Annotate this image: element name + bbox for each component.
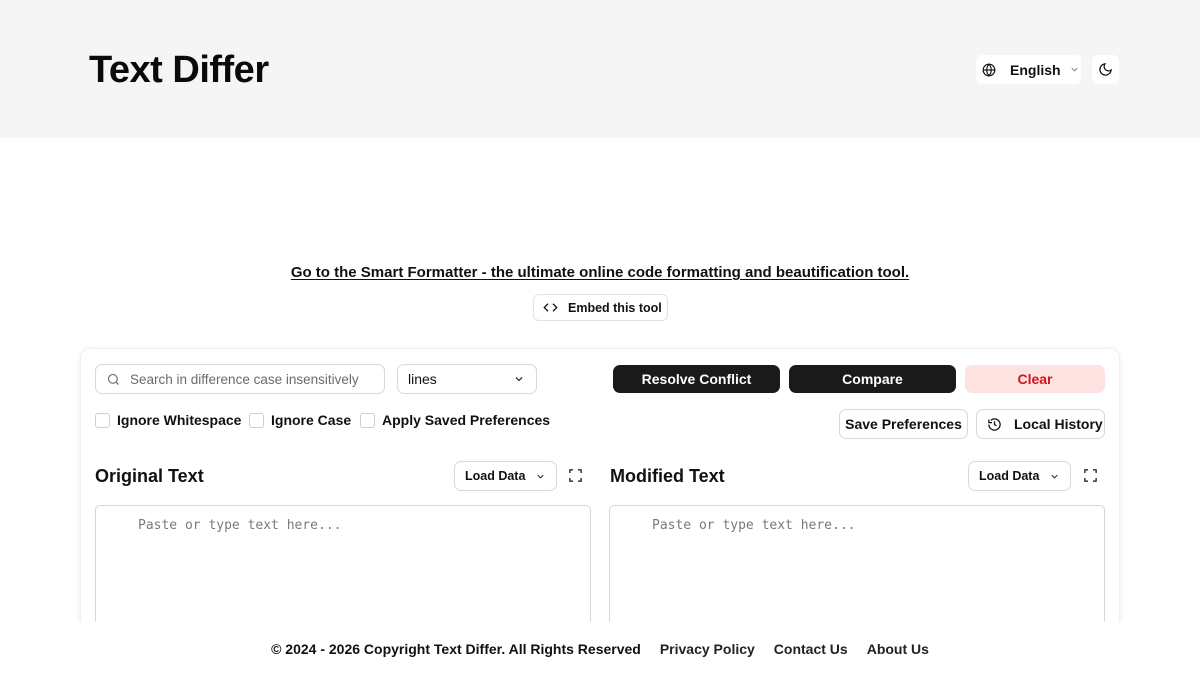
compare-button[interactable]: Compare (789, 365, 956, 393)
copyright-text: © 2024 - 2026 Copyright Text Differ. All… (271, 640, 641, 657)
original-text-title: Original Text (95, 466, 204, 486)
site-title: Text Differ (89, 49, 269, 91)
local-history-label: Local History (1014, 416, 1103, 432)
fullscreen-icon (1083, 468, 1098, 483)
about-us-link[interactable]: About Us (867, 641, 929, 657)
checkbox-box[interactable] (360, 412, 375, 428)
language-label: English (1010, 61, 1061, 78)
moon-icon (1098, 62, 1113, 77)
globe-icon (982, 62, 996, 77)
original-load-data-button[interactable]: Load Data (454, 461, 557, 491)
fullscreen-icon (568, 468, 583, 483)
chevron-down-icon (1069, 64, 1080, 75)
language-select[interactable]: English (976, 55, 1081, 84)
load-data-label: Load Data (465, 469, 526, 483)
chevron-down-icon (513, 373, 525, 385)
smart-formatter-link[interactable]: Go to the Smart Formatter - the ultimate… (291, 264, 909, 281)
contact-us-link[interactable]: Contact Us (774, 641, 848, 657)
privacy-policy-link[interactable]: Privacy Policy (660, 641, 755, 657)
diff-mode-value: lines (408, 371, 437, 387)
history-icon (987, 417, 1002, 432)
apply-saved-preferences-checkbox[interactable]: Apply Saved Preferences (360, 412, 550, 428)
theme-toggle-button[interactable] (1092, 55, 1119, 84)
chevron-down-icon (1049, 471, 1060, 482)
clear-button[interactable]: Clear (965, 365, 1105, 393)
local-history-button[interactable]: Local History (976, 409, 1105, 439)
code-icon (543, 300, 558, 315)
diff-search[interactable] (95, 364, 385, 394)
promo-banner: Go to the Smart Formatter - the ultimate… (0, 264, 1200, 281)
chevron-down-icon (535, 471, 546, 482)
original-text-input[interactable] (138, 518, 578, 618)
checkbox-box[interactable] (95, 412, 110, 428)
modified-load-data-button[interactable]: Load Data (968, 461, 1071, 491)
modified-fullscreen-button[interactable] (1082, 467, 1099, 484)
search-input[interactable] (130, 371, 370, 387)
embed-tool-button[interactable]: Embed this tool (533, 294, 668, 321)
checkbox-box[interactable] (249, 412, 264, 428)
diff-mode-select[interactable]: lines (397, 364, 537, 394)
modified-text-input[interactable] (652, 518, 1092, 618)
site-header: Text Differ English (0, 0, 1200, 138)
checkbox-label: Apply Saved Preferences (382, 412, 551, 428)
save-preferences-button[interactable]: Save Preferences (839, 409, 968, 439)
original-fullscreen-button[interactable] (567, 467, 584, 484)
checkbox-label: Ignore Whitespace (117, 412, 242, 428)
resolve-conflict-button[interactable]: Resolve Conflict (613, 365, 780, 393)
embed-tool-label: Embed this tool (568, 300, 662, 315)
ignore-case-checkbox[interactable]: Ignore Case (249, 412, 351, 428)
modified-text-title: Modified Text (610, 466, 725, 486)
search-icon (106, 372, 121, 387)
ignore-whitespace-checkbox[interactable]: Ignore Whitespace (95, 412, 241, 428)
load-data-label: Load Data (979, 469, 1040, 483)
checkbox-label: Ignore Case (271, 412, 352, 428)
site-footer: © 2024 - 2026 Copyright Text Differ. All… (0, 622, 1200, 675)
